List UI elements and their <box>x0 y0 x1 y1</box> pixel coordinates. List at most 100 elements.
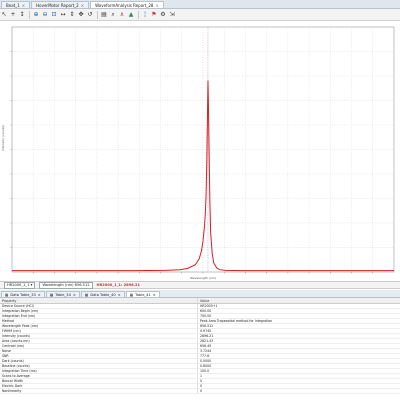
pan-icon[interactable]: ✥ <box>77 11 85 19</box>
cell-value: 1 <box>200 374 203 378</box>
close-icon[interactable]: × <box>73 293 76 297</box>
cell-property: SNR <box>0 354 198 358</box>
cell-value: 0.8000 <box>200 364 212 368</box>
crosshair-icon[interactable]: + <box>9 11 17 19</box>
arrow-icon[interactable]: ↕ <box>18 11 26 19</box>
cell-property: Electric Dark <box>0 384 198 388</box>
cell-value: 2821.43 <box>200 339 214 343</box>
zoom-y-icon[interactable]: ⇕ <box>68 11 76 19</box>
window-tab-bar: Beat_1 × HoverMotor Report_2 × WaveformAnaly… <box>0 0 400 9</box>
bottom-tab-1[interactable]: ▦ Table_34 × <box>45 291 80 297</box>
bottom-tab-label: Data Table_40 <box>90 292 116 297</box>
header-property[interactable]: Property <box>0 298 198 303</box>
header-value[interactable]: Value <box>198 298 400 303</box>
window-tab-label: WaveformAnalysis Report_28 <box>95 2 154 8</box>
cell-property: Baseline (counts) <box>0 364 198 368</box>
spectrum-plot[interactable]: Intensity (counts) Wavelength (nm) <box>0 21 400 281</box>
cell-value: 0.0000 <box>200 359 212 363</box>
toolbar-separator <box>29 10 30 19</box>
bottom-tab-label: Data Table_33 <box>10 292 36 297</box>
window-tab-label: Beat_1 <box>6 2 20 8</box>
cell-value: 656.512 <box>200 324 214 328</box>
zoom-in-icon[interactable]: ⊕ <box>32 11 40 19</box>
print-icon[interactable]: ▤ <box>100 11 108 19</box>
toolbar-separator <box>138 10 139 19</box>
cell-value: 0 <box>200 389 203 393</box>
cell-value: 656.49 <box>200 344 212 348</box>
close-icon[interactable]: × <box>22 3 25 8</box>
cell-value: 0.9740 <box>200 329 212 333</box>
cell-property: Integration Begin (nm) <box>0 309 198 313</box>
wavelength-readout: Wavelength (nm) 656.512 <box>42 283 90 287</box>
cell-value: 0 <box>200 384 203 388</box>
settings-icon[interactable]: ⚙ <box>159 11 167 19</box>
cell-property: Boxcar Width <box>0 379 198 383</box>
export-icon[interactable]: ⇲ <box>168 11 176 19</box>
cell-property: Wavelength Peak (nm) <box>0 324 198 328</box>
table-row[interactable]: Nonlinearity 0 <box>0 389 400 394</box>
bottom-tab-2[interactable]: ▦ Data Table_40 × <box>80 291 125 297</box>
cell-property: Centroid (nm) <box>0 344 198 348</box>
close-icon[interactable]: × <box>38 293 41 297</box>
table-icon: ▦ <box>49 292 54 297</box>
table-icon: ▦ <box>129 292 134 297</box>
close-icon[interactable]: × <box>155 3 158 8</box>
toolbar-separator <box>97 10 98 19</box>
cell-property: Device Source (HCl) <box>0 304 198 308</box>
cell-value: 3.7244 <box>200 349 212 353</box>
properties-table: Property Value Device Source (HCl) HR2000… <box>0 298 400 400</box>
flag-icon[interactable]: ⚑ <box>150 11 158 19</box>
zoom-out-icon[interactable]: ⊖ <box>41 11 49 19</box>
cell-property: Area (counts.nm) <box>0 339 198 343</box>
chart-status-bar: HR2000_1_1 ▾ Wavelength (nm) 656.512 HR2… <box>0 281 400 289</box>
cell-property: Scans to Average <box>0 374 198 378</box>
bottom-tab-3[interactable]: ▦ Table_41 × <box>125 291 160 297</box>
bottom-tab-label: Table_41 <box>135 292 151 297</box>
x-axis-label: Wavelength (nm) <box>190 276 216 280</box>
zoom-x-icon[interactable]: ↔ <box>59 11 67 19</box>
cell-property: Method <box>0 319 198 323</box>
cell-value: 600.00 <box>200 309 212 313</box>
window-tab-1[interactable]: HoverMotor Report_2 × <box>31 1 90 8</box>
bottom-tab-label: Table_34 <box>55 292 71 297</box>
cell-value: Peak Area Trapezoidal method for Integra… <box>200 319 273 323</box>
close-icon[interactable]: × <box>153 293 156 297</box>
cell-property: Nonlinearity <box>0 389 198 393</box>
cell-property: Integration End (nm) <box>0 314 198 318</box>
cursor-icon[interactable]: ↖ <box>0 11 8 19</box>
dataset-selector-value: HR2000_1_1 <box>7 283 30 287</box>
zoom-fit-icon[interactable]: ⊡ <box>50 11 58 19</box>
dataset-selector[interactable]: HR2000_1_1 ▾ <box>4 281 36 289</box>
cell-value: 777.6 <box>200 354 210 358</box>
spectrum-chart[interactable]: Intensity (counts) Wavelength (nm) <box>0 21 400 281</box>
cell-property: FWHM (nm) <box>0 329 198 333</box>
cell-property: Integration Time (ms) <box>0 369 198 373</box>
window-tab-label: HoverMotor Report_2 <box>36 2 79 8</box>
area-icon[interactable]: ▲ <box>127 11 135 19</box>
toolbar: ↖ + ↕ ⊕ ⊖ ⊡ ↔ ⇕ ✥ ↺ ▤ ⌕ ∧ ▲ ¦ ⚑ ⚙ ⇲ <box>0 9 400 21</box>
cell-property: Noise <box>0 349 198 353</box>
table-icon: ▦ <box>5 292 9 297</box>
peak-readout: HR2000_1_1: 2896.21 <box>96 283 140 287</box>
table-icon: ▦ <box>84 292 89 297</box>
y-axis-label: Intensity (counts) <box>1 125 5 151</box>
cell-value: 100.0 <box>200 369 210 373</box>
window-tab-2[interactable]: WaveformAnalysis Report_28 × <box>90 1 164 8</box>
cell-value: HR2000+1 <box>200 304 218 308</box>
cell-property: Intensity (counts) <box>0 334 198 338</box>
close-icon[interactable]: × <box>81 3 84 8</box>
readout-field[interactable]: Wavelength (nm) 656.512 <box>39 281 93 289</box>
table-body: Device Source (HCl) HR2000+1 Integration B… <box>0 304 400 394</box>
bottom-tab-bar: ▦ Data Table_33 × ▦ Table_34 × ▦ Data Table_40 ×… <box>0 290 400 298</box>
cell-value: 2896.21 <box>200 334 214 338</box>
peak-icon[interactable]: ∧ <box>118 11 126 19</box>
undo-icon[interactable]: ↺ <box>86 11 94 19</box>
window-tab-0[interactable]: Beat_1 × <box>1 1 31 8</box>
marker-icon[interactable]: ¦ <box>141 11 149 19</box>
cell-property: Dark (counts) <box>0 359 198 363</box>
cell-value: 700.00 <box>200 314 212 318</box>
bottom-tab-0[interactable]: ▦ Data Table_33 × <box>1 291 45 297</box>
close-icon[interactable]: × <box>118 293 121 297</box>
find-icon[interactable]: ⌕ <box>109 11 117 19</box>
cell-value: 0 <box>200 379 203 383</box>
